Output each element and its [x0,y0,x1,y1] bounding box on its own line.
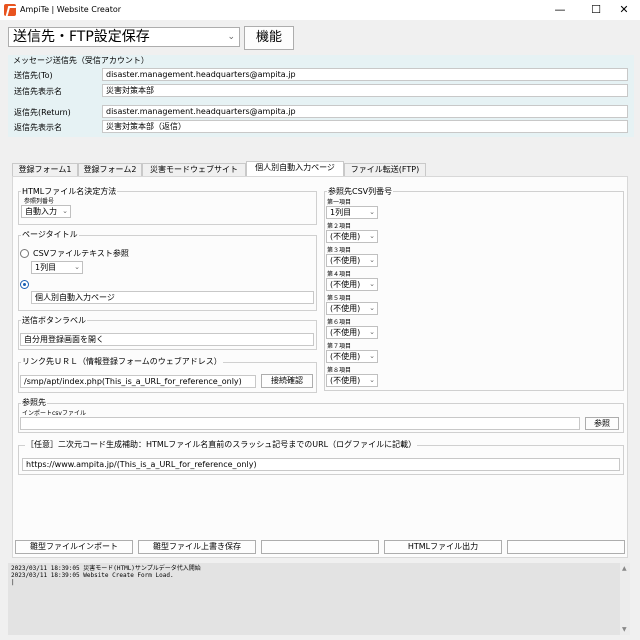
import-csv-field[interactable] [20,417,580,430]
app-logo-icon [4,4,16,16]
scroll-down-icon[interactable]: ▼ [622,626,627,633]
check-connection-button[interactable]: 接続確認 [261,374,313,388]
tab-form1[interactable]: 登録フォーム1 [12,163,78,177]
item-3-value: (不使用) [330,256,361,265]
item-4-value: (不使用) [330,280,361,289]
to-name-label: 送信先表示名 [14,87,62,96]
item-8-select[interactable]: (不使用) ⌄ [326,374,378,387]
to-name-field[interactable]: 災害対策本部 [102,84,628,97]
qr-helper-legend: ［任意］二次元コード生成補助：HTMLファイル名直前のスラッシュ記号までのURL… [25,439,418,450]
item-5-label: 第５項目 [326,293,353,302]
mode-select-value: 送信先・FTP設定保存 [13,29,150,45]
minimize-button[interactable]: — [544,0,576,20]
csv-column-select[interactable]: 1列目 ⌄ [31,261,83,274]
return-name-label: 返信先表示名 [14,123,62,132]
item-3-select[interactable]: (不使用) ⌄ [326,254,378,267]
html-output-button[interactable]: HTMLファイル出力 [384,540,502,554]
common-title-field[interactable]: 個人別自動入力ページ [31,291,314,304]
chevron-down-icon: ⌄ [369,328,375,336]
item-2-select[interactable]: (不使用) ⌄ [326,230,378,243]
chevron-down-icon: ⌄ [369,352,375,360]
item-4-label: 第４項目 [326,269,353,278]
import-csv-label: インポートcsvファイル [21,408,87,417]
item-1-select[interactable]: 1列目 ⌄ [326,206,378,219]
item-5-select[interactable]: (不使用) ⌄ [326,302,378,315]
item-1-value: 1列目 [330,208,352,217]
item-6-select[interactable]: (不使用) ⌄ [326,326,378,339]
item-4-select[interactable]: (不使用) ⌄ [326,278,378,291]
chevron-down-icon: ⌄ [369,232,375,240]
chevron-down-icon: ⌄ [227,32,235,42]
item-1-label: 第一項目 [326,197,353,206]
ref-column-select[interactable]: 自動入力 ⌄ [21,205,71,218]
chevron-down-icon: ⌄ [74,263,80,271]
function-button[interactable]: 機能 [244,26,294,50]
chevron-down-icon: ⌄ [369,208,375,216]
template-overwrite-button[interactable]: 雛型ファイル上書き保存 [138,540,256,554]
tab-form2[interactable]: 登録フォーム2 [78,163,142,177]
message-destination-panel: メッセージ送信先（受信アカウント） 送信先(To) disaster.manag… [8,55,634,137]
tab-personal-autofill[interactable]: 個人別自動入力ページ [246,161,344,177]
tab-page-personal-autofill: HTMLファイル名決定方法 参照列番号 自動入力 ⌄ ページタイトル CSVファ… [12,176,628,558]
page-title-legend: ページタイトル [21,229,79,240]
item-8-label: 第８項目 [326,365,353,374]
blank-button-1[interactable] [261,540,379,554]
chevron-down-icon: ⌄ [369,280,375,288]
item-7-value: (不使用) [330,352,361,361]
chevron-down-icon: ⌄ [369,256,375,264]
chevron-down-icon: ⌄ [369,304,375,312]
item-8-value: (不使用) [330,376,361,385]
csv-column-legend: 参照先CSV列番号 [327,186,394,197]
message-panel-legend: メッセージ送信先（受信アカウント） [13,56,149,65]
return-name-field[interactable]: 災害対策本部（返信） [102,120,628,133]
to-field[interactable]: disaster.management.headquarters@ampita.… [102,68,628,81]
item-5-value: (不使用) [330,304,361,313]
send-button-legend: 送信ボタンラベル [21,315,87,326]
mode-select[interactable]: 送信先・FTP設定保存 ⌄ [8,27,240,47]
csv-reference-label: CSVファイルテキスト参照 [32,248,130,259]
qr-url-field[interactable]: https://www.ampita.jp/(This_is_a_URL_for… [22,458,620,471]
csv-column-value: 1列目 [35,263,57,272]
item-3-label: 第３項目 [326,245,353,254]
item-7-select[interactable]: (不使用) ⌄ [326,350,378,363]
link-url-field[interactable]: /smp/apt/index.php(This_is_a_URL_for_ref… [20,375,256,388]
log-line: 2023/03/11 18:39:05 Website Create Form … [11,572,174,579]
item-2-label: 第２項目 [326,221,353,230]
log-line: 2023/03/11 18:39:05 災害モード(HTML)サンプルデータ代入… [11,565,201,572]
scroll-up-icon[interactable]: ▲ [622,565,627,572]
log-caret: | [11,579,15,586]
tab-ftp[interactable]: ファイル転送(FTP) [344,163,426,177]
return-field[interactable]: disaster.management.headquarters@ampita.… [102,105,628,118]
item-7-label: 第７項目 [326,341,353,350]
tab-disaster-website[interactable]: 災害モードウェブサイト [142,163,246,177]
template-import-button[interactable]: 雛型ファイルインポート [15,540,133,554]
item-2-value: (不使用) [330,232,361,241]
ref-column-label: 参照列番号 [23,196,56,205]
browse-button[interactable]: 参照 [585,417,619,430]
return-label: 返信先(Return) [14,108,71,117]
log-scrollbar[interactable]: ▲ ▼ [620,563,630,635]
ref-column-value: 自動入力 [25,207,57,216]
to-label: 送信先(To) [14,71,53,80]
window-title: AmpiTe | Website Creator [20,5,122,14]
chevron-down-icon: ⌄ [369,376,375,384]
item-6-label: 第６項目 [326,317,353,326]
log-output[interactable]: 2023/03/11 18:39:05 災害モード(HTML)サンプルデータ代入… [8,563,628,635]
link-url-legend: リンク先ＵＲＬ（情報登録フォームのウェブアドレス） [21,356,223,367]
chevron-down-icon: ⌄ [62,207,68,215]
reference-legend: 参照先 [21,397,47,408]
common-title-radio[interactable] [20,280,29,289]
close-button[interactable]: ✕ [608,0,640,20]
title-bar: AmpiTe | Website Creator — ☐ ✕ [0,0,640,20]
send-button-field[interactable]: 自分用登録画面を開く [20,333,314,346]
csv-reference-radio[interactable] [20,249,29,258]
item-6-value: (不使用) [330,328,361,337]
blank-button-2[interactable] [507,540,625,554]
